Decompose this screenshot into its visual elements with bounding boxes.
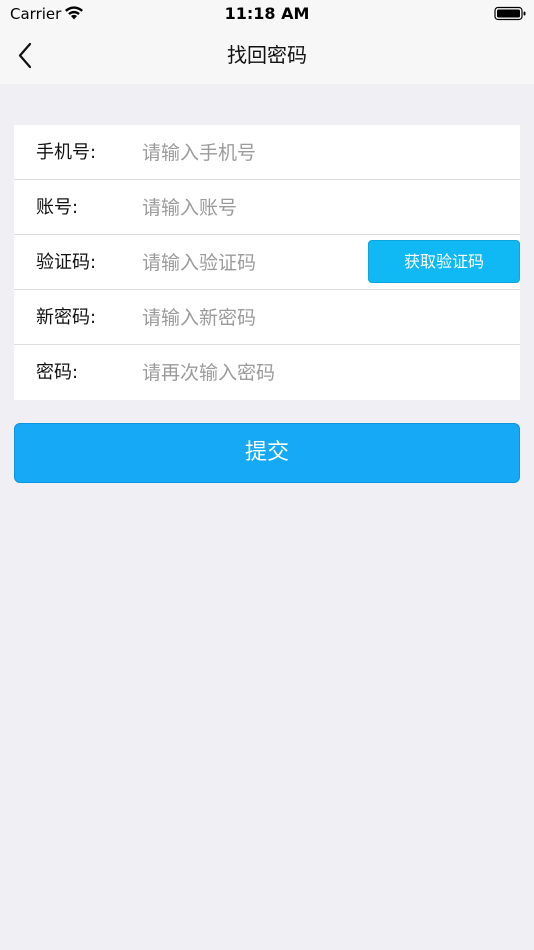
verification-code-row: 验证码: 获取验证码 xyxy=(14,235,520,290)
verification-code-input[interactable] xyxy=(142,245,362,280)
status-time: 11:18 AM xyxy=(224,4,310,23)
chevron-left-icon xyxy=(18,42,32,69)
status-bar: Carrier 11:18 AM xyxy=(0,0,534,28)
battery-icon xyxy=(494,6,526,21)
submit-button[interactable]: 提交 xyxy=(14,423,520,483)
new-password-row: 新密码: xyxy=(14,290,520,345)
confirm-password-row: 密码: xyxy=(14,345,520,400)
phone-input[interactable] xyxy=(142,135,502,170)
account-row: 账号: xyxy=(14,180,520,235)
new-password-label: 新密码: xyxy=(36,307,97,328)
get-code-button[interactable]: 获取验证码 xyxy=(368,240,520,283)
phone-row: 手机号: xyxy=(14,125,520,180)
navigation-bar: 找回密码 xyxy=(0,28,534,84)
account-label: 账号: xyxy=(36,197,79,218)
back-button[interactable] xyxy=(10,36,46,76)
verification-code-label: 验证码: xyxy=(36,252,97,273)
page-title: 找回密码 xyxy=(227,43,307,67)
account-input[interactable] xyxy=(142,190,502,225)
new-password-input[interactable] xyxy=(142,300,502,335)
recovery-form: 手机号: 账号: 验证码: 获取验证码 新密码: 密码: xyxy=(14,125,520,400)
confirm-password-input[interactable] xyxy=(142,355,502,390)
phone-label: 手机号: xyxy=(36,142,97,163)
confirm-password-label: 密码: xyxy=(36,362,79,383)
